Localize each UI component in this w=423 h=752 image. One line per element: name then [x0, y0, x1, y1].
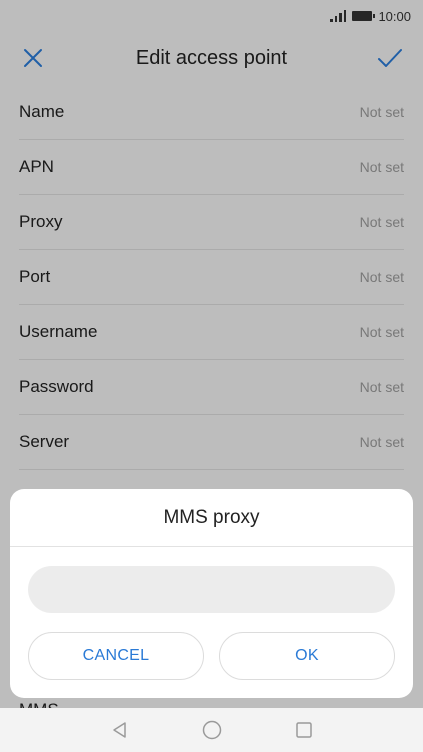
- navigation-bar: [0, 708, 423, 752]
- recents-icon: [295, 722, 312, 738]
- home-button[interactable]: [200, 718, 224, 742]
- mms-proxy-input[interactable]: [28, 566, 395, 613]
- home-icon: [202, 720, 221, 740]
- recents-button[interactable]: [292, 718, 316, 742]
- ok-button[interactable]: OK: [219, 632, 395, 680]
- mms-proxy-dialog: MMS proxy CANCEL OK: [10, 489, 413, 698]
- dialog-title: MMS proxy: [10, 489, 413, 547]
- back-button[interactable]: [108, 718, 132, 742]
- cancel-button[interactable]: CANCEL: [28, 632, 204, 680]
- screen: 10:00 Edit access point Name Not set APN…: [0, 0, 423, 752]
- back-icon: [112, 722, 126, 738]
